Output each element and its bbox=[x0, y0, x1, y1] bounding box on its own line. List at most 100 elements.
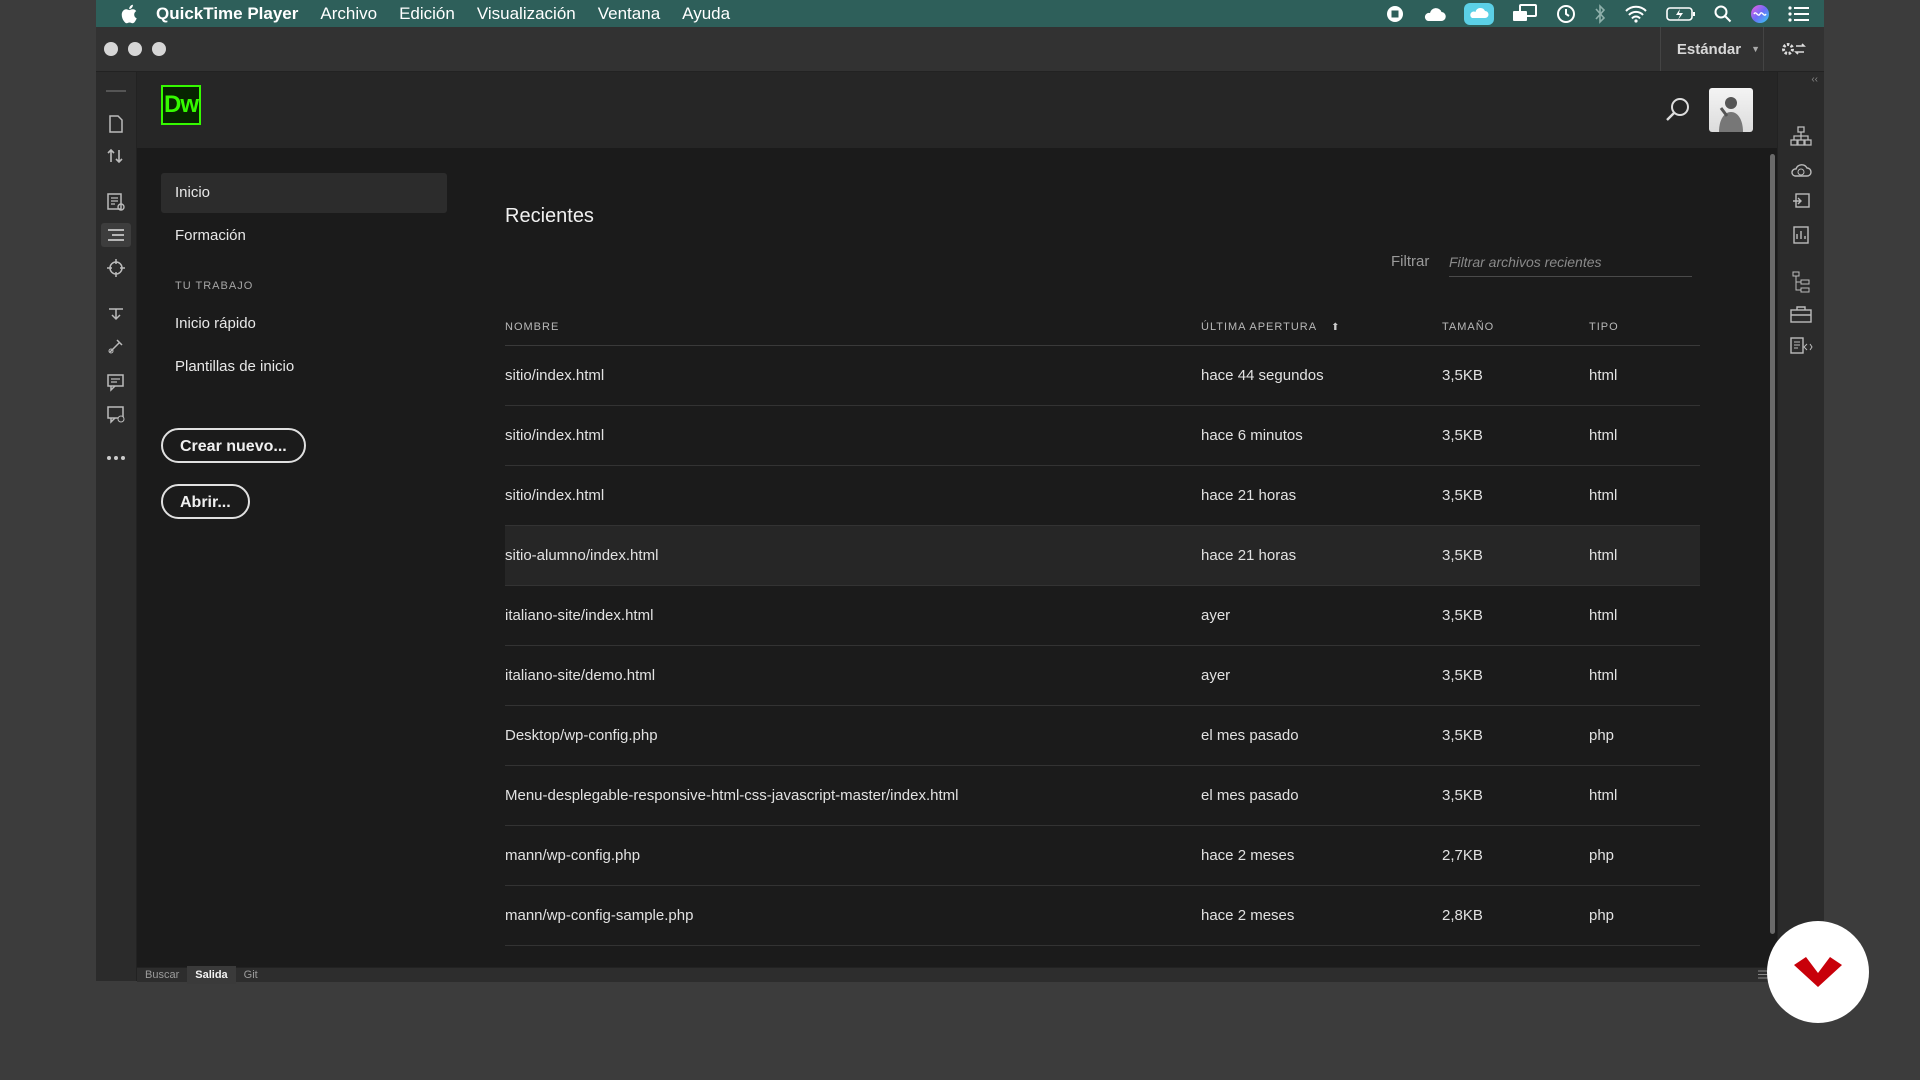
file-name: sitio/index.html bbox=[505, 427, 605, 444]
cloud-sync-icon[interactable] bbox=[1464, 2, 1494, 25]
toolbar-grip[interactable] bbox=[106, 90, 126, 92]
file-opened: el mes pasado bbox=[1201, 787, 1299, 804]
spotlight-icon[interactable] bbox=[1714, 5, 1732, 23]
column-header-type[interactable]: TIPO bbox=[1589, 321, 1700, 333]
chevron-down-icon: ▼ bbox=[1751, 44, 1760, 54]
file-size: 2,8KB bbox=[1442, 907, 1483, 924]
site-map-icon[interactable] bbox=[1789, 124, 1813, 148]
table-header: NOMBRE ÚLTIMA APERTURA ⬆ TAMAÑO TIPO bbox=[505, 309, 1700, 346]
app-name-menu[interactable]: QuickTime Player bbox=[156, 4, 298, 24]
file-type: html bbox=[1589, 607, 1618, 624]
file-size: 3,5KB bbox=[1442, 547, 1483, 564]
scrollbar[interactable] bbox=[1770, 154, 1775, 934]
format-source-icon[interactable] bbox=[101, 223, 131, 247]
file-type: php bbox=[1589, 847, 1615, 864]
file-size: 2,7KB bbox=[1442, 847, 1483, 864]
file-name: italiano-site/index.html bbox=[505, 607, 654, 624]
siri-icon[interactable] bbox=[1750, 4, 1770, 24]
file-transfer-icon[interactable] bbox=[104, 144, 128, 168]
column-header-last-opened[interactable]: ÚLTIMA APERTURA ⬆ bbox=[1201, 321, 1442, 333]
target-icon[interactable] bbox=[104, 256, 128, 280]
assets-icon[interactable] bbox=[1789, 302, 1813, 326]
file-size: 3,5KB bbox=[1442, 787, 1483, 804]
insert-icon[interactable] bbox=[1789, 190, 1813, 214]
dom-panel-icon[interactable] bbox=[1789, 270, 1813, 294]
open-button[interactable]: Abrir... bbox=[161, 484, 250, 519]
battery-icon[interactable] bbox=[1666, 6, 1696, 22]
file-type: html bbox=[1589, 547, 1618, 564]
nav-item-inicio-rapido[interactable]: Inicio rápido bbox=[161, 304, 447, 344]
column-header-last-opened-label: ÚLTIMA APERTURA bbox=[1201, 321, 1318, 333]
apple-icon[interactable] bbox=[120, 3, 140, 25]
remove-comment-icon[interactable] bbox=[104, 402, 128, 426]
menu-ayuda[interactable]: Ayuda bbox=[682, 4, 730, 24]
cc-libraries-icon[interactable] bbox=[1789, 158, 1813, 182]
expand-collapse-icon[interactable] bbox=[104, 302, 128, 326]
creative-cloud-icon[interactable] bbox=[1422, 6, 1446, 22]
file-size: 3,5KB bbox=[1442, 607, 1483, 624]
zoom-window-button[interactable] bbox=[152, 42, 166, 56]
file-type: html bbox=[1589, 667, 1618, 684]
wifi-icon[interactable] bbox=[1624, 5, 1648, 23]
file-name: sitio-alumno/index.html bbox=[505, 547, 659, 564]
screen-mirror-icon[interactable] bbox=[1512, 3, 1538, 24]
stop-recording-icon[interactable] bbox=[1386, 5, 1404, 23]
search-button[interactable] bbox=[1662, 93, 1694, 125]
column-header-size[interactable]: TAMAÑO bbox=[1442, 321, 1589, 333]
file-opened: ayer bbox=[1201, 607, 1231, 624]
snippets-icon[interactable] bbox=[1789, 334, 1813, 358]
nav-item-plantillas[interactable]: Plantillas de inicio bbox=[161, 347, 447, 387]
create-new-button[interactable]: Crear nuevo... bbox=[161, 428, 306, 463]
table-row[interactable]: sitio/index.html hace 6 minutos 3,5KB ht… bbox=[505, 406, 1700, 466]
menu-ventana[interactable]: Ventana bbox=[598, 4, 660, 24]
file-type: html bbox=[1589, 787, 1618, 804]
table-row[interactable]: Menu-desplegable-responsive-html-css-jav… bbox=[505, 766, 1700, 826]
file-name: mann/wp-config-sample.php bbox=[505, 907, 694, 924]
menu-visualizacion[interactable]: Visualización bbox=[477, 4, 576, 24]
properties-icon[interactable] bbox=[1789, 223, 1813, 247]
nav-item-inicio[interactable]: Inicio bbox=[161, 173, 447, 213]
workspace-settings-button[interactable] bbox=[1763, 27, 1824, 71]
more-tools-icon[interactable] bbox=[104, 446, 128, 470]
table-row[interactable]: mann/wp-config.php hace 2 meses 2,7KB ph… bbox=[505, 826, 1700, 886]
dreamweaver-logo: Dw bbox=[161, 85, 201, 125]
control-center-icon[interactable] bbox=[1788, 5, 1810, 22]
menu-edicion[interactable]: Edición bbox=[399, 4, 455, 24]
close-window-button[interactable] bbox=[104, 42, 118, 56]
wrap-tag-icon[interactable] bbox=[104, 334, 128, 358]
tab-salida[interactable]: Salida bbox=[187, 966, 236, 984]
file-name: sitio/index.html bbox=[505, 487, 605, 504]
comment-icon[interactable] bbox=[104, 370, 128, 394]
avatar[interactable] bbox=[1709, 88, 1753, 132]
tab-git[interactable]: Git bbox=[236, 966, 266, 984]
table-row[interactable]: sitio/index.html hace 21 horas 3,5KB htm… bbox=[505, 466, 1700, 526]
table-row[interactable]: sitio-alumno/index.html hace 21 horas 3,… bbox=[505, 526, 1700, 586]
file-opened: hace 21 horas bbox=[1201, 547, 1297, 564]
new-document-icon[interactable] bbox=[104, 112, 128, 136]
workspace-label: Estándar bbox=[1676, 40, 1742, 58]
table-row[interactable]: mann/wp-config-sample.php hace 2 meses 2… bbox=[505, 886, 1700, 946]
file-type: php bbox=[1589, 907, 1615, 924]
file-size: 3,5KB bbox=[1442, 367, 1483, 384]
minimize-window-button[interactable] bbox=[128, 42, 142, 56]
menu-archivo[interactable]: Archivo bbox=[320, 4, 377, 24]
bluetooth-icon[interactable] bbox=[1594, 3, 1606, 24]
title-bar: Estándar ▼ bbox=[96, 27, 1824, 72]
nav-section-title: TU TRABAJO bbox=[175, 280, 254, 292]
filter-input[interactable] bbox=[1449, 248, 1692, 277]
table-row[interactable]: sitio/index.html hace 44 segundos 3,5KB … bbox=[505, 346, 1700, 406]
code-inspect-icon[interactable] bbox=[104, 190, 128, 214]
tab-buscar[interactable]: Buscar bbox=[137, 966, 187, 984]
table-row[interactable]: Desktop/wp-config.php el mes pasado 3,5K… bbox=[505, 706, 1700, 766]
workspace-switcher[interactable]: Estándar ▼ bbox=[1659, 27, 1760, 71]
file-opened: hace 2 meses bbox=[1201, 847, 1295, 864]
column-header-name[interactable]: NOMBRE bbox=[505, 321, 1201, 333]
table-row[interactable]: italiano-site/demo.html ayer 3,5KB html bbox=[505, 646, 1700, 706]
nav-item-formacion[interactable]: Formación bbox=[161, 216, 447, 256]
search-icon bbox=[1666, 98, 1689, 121]
recent-title: Recientes bbox=[505, 205, 594, 227]
file-size: 3,5KB bbox=[1442, 667, 1483, 684]
table-row[interactable]: italiano-site/index.html ayer 3,5KB html bbox=[505, 586, 1700, 646]
time-machine-icon[interactable] bbox=[1556, 4, 1576, 24]
collapse-panels-icon[interactable]: ‹‹ bbox=[1811, 74, 1818, 85]
